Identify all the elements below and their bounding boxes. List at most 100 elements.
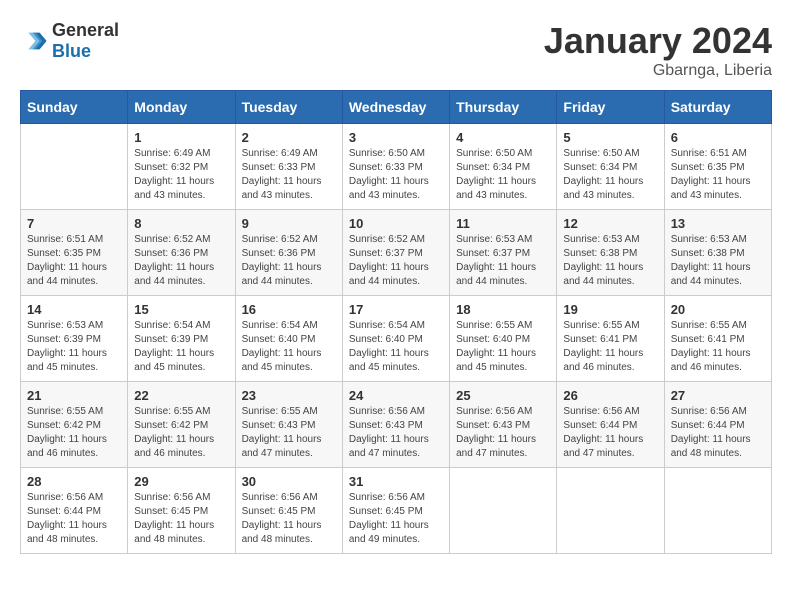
calendar-cell: 22 Sunrise: 6:55 AM Sunset: 6:42 PM Dayli… xyxy=(128,382,235,468)
calendar-cell xyxy=(21,124,128,210)
calendar-header-thursday: Thursday xyxy=(450,91,557,124)
day-number: 26 xyxy=(563,388,657,403)
logo-icon xyxy=(20,27,48,55)
day-info: Sunrise: 6:54 AM Sunset: 6:40 PM Dayligh… xyxy=(349,319,443,375)
calendar-table: SundayMondayTuesdayWednesdayThursdayFrid… xyxy=(20,90,772,554)
location-title: Gbarnga, Liberia xyxy=(544,62,772,80)
day-info: Sunrise: 6:51 AM Sunset: 6:35 PM Dayligh… xyxy=(671,147,765,203)
day-info: Sunrise: 6:52 AM Sunset: 6:36 PM Dayligh… xyxy=(134,233,228,289)
calendar-week-3: 14 Sunrise: 6:53 AM Sunset: 6:39 PM Dayli… xyxy=(21,296,772,382)
calendar-cell: 17 Sunrise: 6:54 AM Sunset: 6:40 PM Dayli… xyxy=(342,296,449,382)
day-number: 14 xyxy=(27,302,121,317)
day-info: Sunrise: 6:52 AM Sunset: 6:37 PM Dayligh… xyxy=(349,233,443,289)
day-number: 21 xyxy=(27,388,121,403)
calendar-week-4: 21 Sunrise: 6:55 AM Sunset: 6:42 PM Dayli… xyxy=(21,382,772,468)
calendar-header-wednesday: Wednesday xyxy=(342,91,449,124)
calendar-cell: 2Sunrise: 6:49 AM Sunset: 6:33 PM Daylig… xyxy=(235,124,342,210)
day-number: 28 xyxy=(27,474,121,489)
calendar-cell: 18 Sunrise: 6:55 AM Sunset: 6:40 PM Dayli… xyxy=(450,296,557,382)
calendar-cell: 12 Sunrise: 6:53 AM Sunset: 6:38 PM Dayli… xyxy=(557,210,664,296)
calendar-cell: 30 Sunrise: 6:56 AM Sunset: 6:45 PM Dayli… xyxy=(235,468,342,554)
day-info: Sunrise: 6:55 AM Sunset: 6:42 PM Dayligh… xyxy=(27,405,121,461)
logo: General Blue xyxy=(20,20,119,62)
day-info: Sunrise: 6:53 AM Sunset: 6:37 PM Dayligh… xyxy=(456,233,550,289)
day-info: Sunrise: 6:56 AM Sunset: 6:45 PM Dayligh… xyxy=(242,491,336,547)
day-info: Sunrise: 6:56 AM Sunset: 6:43 PM Dayligh… xyxy=(456,405,550,461)
calendar-cell: 16 Sunrise: 6:54 AM Sunset: 6:40 PM Dayli… xyxy=(235,296,342,382)
logo-general: General xyxy=(52,20,119,40)
day-number: 22 xyxy=(134,388,228,403)
day-info: Sunrise: 6:49 AM Sunset: 6:33 PM Dayligh… xyxy=(242,147,336,203)
day-number: 30 xyxy=(242,474,336,489)
calendar-cell: 20Sunrise: 6:55 AM Sunset: 6:41 PM Dayli… xyxy=(664,296,771,382)
calendar-week-2: 7Sunrise: 6:51 AM Sunset: 6:35 PM Daylig… xyxy=(21,210,772,296)
day-number: 20 xyxy=(671,302,765,317)
day-info: Sunrise: 6:50 AM Sunset: 6:34 PM Dayligh… xyxy=(456,147,550,203)
day-number: 3 xyxy=(349,130,443,145)
day-number: 27 xyxy=(671,388,765,403)
day-number: 29 xyxy=(134,474,228,489)
day-info: Sunrise: 6:53 AM Sunset: 6:38 PM Dayligh… xyxy=(563,233,657,289)
day-number: 9 xyxy=(242,216,336,231)
day-info: Sunrise: 6:55 AM Sunset: 6:42 PM Dayligh… xyxy=(134,405,228,461)
day-number: 23 xyxy=(242,388,336,403)
day-number: 6 xyxy=(671,130,765,145)
calendar-header-monday: Monday xyxy=(128,91,235,124)
calendar-cell: 21 Sunrise: 6:55 AM Sunset: 6:42 PM Dayli… xyxy=(21,382,128,468)
calendar-header-saturday: Saturday xyxy=(664,91,771,124)
calendar-cell: 11Sunrise: 6:53 AM Sunset: 6:37 PM Dayli… xyxy=(450,210,557,296)
day-number: 5 xyxy=(563,130,657,145)
calendar-cell: 4 Sunrise: 6:50 AM Sunset: 6:34 PM Daylig… xyxy=(450,124,557,210)
calendar-cell xyxy=(557,468,664,554)
calendar-cell: 24Sunrise: 6:56 AM Sunset: 6:43 PM Dayli… xyxy=(342,382,449,468)
day-info: Sunrise: 6:56 AM Sunset: 6:45 PM Dayligh… xyxy=(134,491,228,547)
day-info: Sunrise: 6:52 AM Sunset: 6:36 PM Dayligh… xyxy=(242,233,336,289)
calendar-cell xyxy=(450,468,557,554)
calendar-cell: 19Sunrise: 6:55 AM Sunset: 6:41 PM Dayli… xyxy=(557,296,664,382)
day-info: Sunrise: 6:55 AM Sunset: 6:40 PM Dayligh… xyxy=(456,319,550,375)
day-info: Sunrise: 6:56 AM Sunset: 6:43 PM Dayligh… xyxy=(349,405,443,461)
calendar-body: 1 Sunrise: 6:49 AM Sunset: 6:32 PM Daylig… xyxy=(21,124,772,554)
calendar-week-1: 1 Sunrise: 6:49 AM Sunset: 6:32 PM Daylig… xyxy=(21,124,772,210)
day-info: Sunrise: 6:50 AM Sunset: 6:34 PM Dayligh… xyxy=(563,147,657,203)
day-number: 4 xyxy=(456,130,550,145)
day-number: 17 xyxy=(349,302,443,317)
calendar-cell: 28Sunrise: 6:56 AM Sunset: 6:44 PM Dayli… xyxy=(21,468,128,554)
day-info: Sunrise: 6:56 AM Sunset: 6:44 PM Dayligh… xyxy=(563,405,657,461)
day-number: 31 xyxy=(349,474,443,489)
day-info: Sunrise: 6:50 AM Sunset: 6:33 PM Dayligh… xyxy=(349,147,443,203)
calendar-cell: 14 Sunrise: 6:53 AM Sunset: 6:39 PM Dayli… xyxy=(21,296,128,382)
day-number: 8 xyxy=(134,216,228,231)
calendar-cell: 15Sunrise: 6:54 AM Sunset: 6:39 PM Dayli… xyxy=(128,296,235,382)
calendar-cell: 29 Sunrise: 6:56 AM Sunset: 6:45 PM Dayli… xyxy=(128,468,235,554)
day-info: Sunrise: 6:53 AM Sunset: 6:39 PM Dayligh… xyxy=(27,319,121,375)
day-number: 19 xyxy=(563,302,657,317)
calendar-cell: 1 Sunrise: 6:49 AM Sunset: 6:32 PM Daylig… xyxy=(128,124,235,210)
day-number: 25 xyxy=(456,388,550,403)
calendar-cell: 6 Sunrise: 6:51 AM Sunset: 6:35 PM Daylig… xyxy=(664,124,771,210)
calendar-cell: 13Sunrise: 6:53 AM Sunset: 6:38 PM Dayli… xyxy=(664,210,771,296)
calendar-cell: 10Sunrise: 6:52 AM Sunset: 6:37 PM Dayli… xyxy=(342,210,449,296)
day-number: 15 xyxy=(134,302,228,317)
calendar-cell: 26 Sunrise: 6:56 AM Sunset: 6:44 PM Dayli… xyxy=(557,382,664,468)
calendar-header-friday: Friday xyxy=(557,91,664,124)
calendar-cell: 25 Sunrise: 6:56 AM Sunset: 6:43 PM Dayli… xyxy=(450,382,557,468)
day-info: Sunrise: 6:56 AM Sunset: 6:45 PM Dayligh… xyxy=(349,491,443,547)
day-info: Sunrise: 6:54 AM Sunset: 6:40 PM Dayligh… xyxy=(242,319,336,375)
calendar-cell: 7Sunrise: 6:51 AM Sunset: 6:35 PM Daylig… xyxy=(21,210,128,296)
calendar-cell: 23Sunrise: 6:55 AM Sunset: 6:43 PM Dayli… xyxy=(235,382,342,468)
day-info: Sunrise: 6:49 AM Sunset: 6:32 PM Dayligh… xyxy=(134,147,228,203)
month-title: January 2024 xyxy=(544,20,772,62)
calendar-cell: 27 Sunrise: 6:56 AM Sunset: 6:44 PM Dayli… xyxy=(664,382,771,468)
calendar-cell xyxy=(664,468,771,554)
day-number: 13 xyxy=(671,216,765,231)
day-number: 7 xyxy=(27,216,121,231)
day-number: 18 xyxy=(456,302,550,317)
day-number: 12 xyxy=(563,216,657,231)
page-header: General Blue January 2024 Gbarnga, Liber… xyxy=(20,20,772,80)
day-info: Sunrise: 6:56 AM Sunset: 6:44 PM Dayligh… xyxy=(671,405,765,461)
day-number: 16 xyxy=(242,302,336,317)
day-number: 1 xyxy=(134,130,228,145)
calendar-week-5: 28Sunrise: 6:56 AM Sunset: 6:44 PM Dayli… xyxy=(21,468,772,554)
calendar-cell: 31 Sunrise: 6:56 AM Sunset: 6:45 PM Dayli… xyxy=(342,468,449,554)
